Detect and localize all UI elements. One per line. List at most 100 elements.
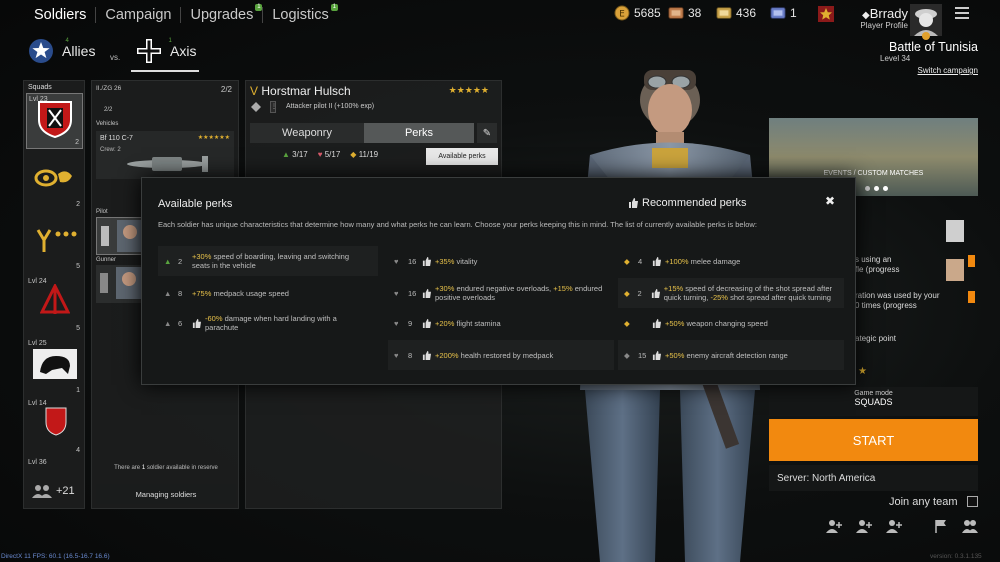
nav-campaign[interactable]: Campaign: [95, 7, 180, 23]
perk-description: vitality: [454, 256, 478, 266]
available-perks-button[interactable]: Available perks: [426, 148, 498, 165]
invite-player-icon[interactable]: [856, 519, 872, 533]
menu-icon[interactable]: [955, 7, 969, 19]
campaign-level: Level 34: [880, 54, 911, 63]
perk-row[interactable]: ◆ 4 +100% melee damage: [618, 246, 844, 276]
pilot-soldier-card[interactable]: [96, 217, 146, 255]
squad-card-7[interactable]: Lvl 36: [26, 458, 83, 470]
yellow-perk-icon: ◆: [624, 319, 630, 328]
avatar[interactable]: [910, 4, 942, 40]
tab-perks[interactable]: Perks: [364, 123, 474, 143]
currency-blue-tickets[interactable]: 1: [770, 5, 797, 21]
perk-value: -60%: [205, 314, 223, 323]
thumbs-up-icon: [422, 288, 431, 298]
events-label: EVENTS / CUSTOM MATCHES: [823, 170, 924, 177]
gunner-portrait-icon: [100, 267, 142, 299]
invite-player-icon[interactable]: [886, 519, 902, 533]
heart-perk-icon: ♥: [394, 289, 399, 298]
flag-icon[interactable]: [934, 519, 948, 533]
gold-amount: 5685: [634, 6, 661, 20]
player-profile-label: Player Profile: [860, 21, 908, 30]
heart-perk-icon: ♥: [394, 319, 399, 328]
perk-row[interactable]: ♥ 8 +200% health restored by medpack: [388, 340, 614, 370]
thumbs-up-icon: [652, 256, 661, 266]
perk-row[interactable]: ▲ 2 +30% speed of boarding, leaving and …: [158, 246, 378, 276]
perk-cost: 8: [408, 350, 413, 360]
silver-tickets-amount: 38: [688, 6, 702, 20]
currency-gold-tickets[interactable]: 436: [716, 5, 756, 21]
thumbs-up-icon: [192, 318, 201, 328]
switch-campaign-link[interactable]: Switch campaign: [860, 66, 978, 75]
yellow-perk-icon: ◆: [350, 150, 357, 159]
faction-axis[interactable]: Axis 1: [136, 38, 208, 64]
reserve-note-pre: There are: [114, 465, 142, 471]
invite-player-icon[interactable]: [826, 519, 842, 533]
currency-silver-tickets[interactable]: 38: [668, 5, 701, 21]
soldier-class-toggle[interactable]: ⋮: [270, 101, 277, 113]
squad-group-icon[interactable]: [962, 519, 978, 533]
player-profile[interactable]: ◆Brrady Player Profile: [842, 6, 908, 30]
heart-perk-icon: ♥: [394, 257, 399, 266]
reserve-soldiers-button[interactable]: +21: [26, 478, 83, 504]
perk-value: +50%: [665, 350, 685, 360]
perk-row[interactable]: ▲ 6 -60% damage when hard landing with a…: [158, 308, 378, 338]
perk-text: +30% speed of boarding, leaving and swit…: [192, 252, 360, 270]
task-1-line2: fle (progress: [855, 265, 900, 274]
thumbs-up-icon: [422, 256, 431, 266]
squad-emblem-icon: [40, 284, 70, 314]
tab-weaponry[interactable]: Weaponry: [250, 123, 364, 143]
nav-soldiers[interactable]: Soldiers: [28, 7, 95, 23]
squad-level: Lvl 25: [28, 340, 47, 347]
grey-perk-icon: ▲: [164, 289, 172, 298]
perk-value: +50%: [665, 318, 685, 328]
svg-text:E: E: [619, 10, 625, 20]
squad-emblem-icon: [36, 229, 77, 252]
perk-text: +50% weapon changing speed: [665, 319, 768, 328]
perk-row[interactable]: ◆ 2 +15% speed of decreasing of the shot…: [618, 278, 844, 308]
squad-card-5[interactable]: Lvl 25 1: [26, 338, 83, 396]
perk-text: +35% vitality: [435, 257, 477, 266]
gunner-soldier-card[interactable]: [96, 265, 146, 303]
squad-card-6[interactable]: Lvl 14 4: [26, 398, 83, 456]
managing-soldiers-button[interactable]: Managing soldiers: [96, 484, 236, 504]
perk-description: endured negative overloads,: [454, 284, 554, 293]
perk-description: flight stamina: [454, 318, 501, 328]
perk-value: +100%: [665, 256, 689, 266]
currency-gold[interactable]: E 5685: [614, 5, 661, 21]
perk-value-2: +15%: [553, 284, 573, 293]
grey-perk-icon: ◆: [624, 351, 630, 360]
perk-row[interactable]: ♥ 9 +20% flight stamina: [388, 308, 614, 338]
perk-row[interactable]: ♥ 16 +35% vitality: [388, 246, 614, 276]
start-button[interactable]: START: [769, 419, 978, 461]
perk-text: +200% health restored by medpack: [435, 351, 553, 360]
axis-label: Axis: [170, 43, 197, 59]
squad-card-1[interactable]: Lvl 23 2: [26, 93, 83, 149]
squad-count: 5: [76, 263, 80, 270]
squad-card-4[interactable]: Lvl 24 5: [26, 276, 83, 334]
join-any-team-checkbox[interactable]: [967, 496, 978, 507]
vehicle-crew: Crew: 2: [100, 147, 121, 153]
green-perk-icon: ▲: [164, 257, 172, 266]
game-mode-selector[interactable]: Game mode SQUADS: [769, 387, 978, 416]
perk-row[interactable]: ♥ 16 +30% endured negative overloads, +1…: [388, 278, 614, 308]
squad-emblem-icon: [34, 169, 72, 187]
perk-row[interactable]: ▲ 8 +75% medpack usage speed: [158, 278, 378, 308]
perk-row[interactable]: ◆ 15 +50% enemy aircraft detection range: [618, 340, 844, 370]
squad-card-3[interactable]: 5: [26, 214, 83, 272]
server-selector[interactable]: Server: North America: [769, 465, 978, 491]
nav-logistics[interactable]: Logistics 1: [262, 4, 338, 23]
task-star-icon: ★: [858, 366, 867, 377]
squad-emblem-icon: [33, 349, 77, 379]
perk-value: +20%: [435, 318, 455, 328]
allies-label: Allies: [62, 43, 96, 59]
perk-text: +50% enemy aircraft detection range: [665, 351, 788, 360]
vehicle-card[interactable]: Bf 110 C-7 ★★★★★★ Crew: 2: [96, 131, 234, 179]
vehicle-name: Bf 110 C-7: [100, 135, 133, 142]
close-icon[interactable]: ✖: [825, 194, 835, 208]
campaign-info: Battle of Tunisia Level 34 Switch campai…: [860, 40, 978, 75]
edit-pencil-icon[interactable]: ✎: [477, 123, 497, 143]
faction-allies[interactable]: Allies 4: [28, 38, 107, 64]
perk-row[interactable]: ◆ +50% weapon changing speed: [618, 308, 844, 338]
nav-upgrades[interactable]: Upgrades 1: [180, 4, 263, 23]
squad-card-2[interactable]: 2: [26, 152, 83, 210]
